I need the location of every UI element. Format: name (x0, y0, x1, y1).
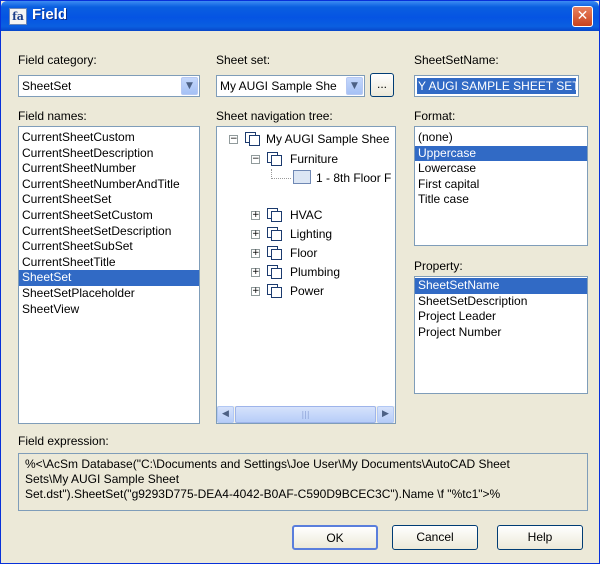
horizontal-scrollbar[interactable]: ◀ ||| ▶ (217, 406, 395, 423)
field-name-item[interactable]: SheetSet (19, 270, 199, 286)
tree-node-furniture[interactable]: Furniture (290, 150, 338, 168)
tree-node-floor[interactable]: Floor (290, 244, 317, 262)
field-name-item[interactable]: CurrentSheetSubSet (19, 239, 199, 255)
sheet-navigation-tree[interactable]: − My AUGI Sample Shee − Furniture 1 - 8t… (216, 126, 396, 424)
field-name-item[interactable]: CurrentSheetSetCustom (19, 208, 199, 224)
field-name-item[interactable]: CurrentSheetNumber (19, 161, 199, 177)
field-name-item[interactable]: CurrentSheetNumberAndTitle (19, 177, 199, 193)
property-item[interactable]: Project Leader (415, 309, 587, 325)
field-names-list[interactable]: CurrentSheetCustom CurrentSheetDescriptio… (18, 126, 200, 424)
sheet-set-label: Sheet set: (216, 53, 271, 67)
sheet-set-name-field[interactable]: Y AUGI SAMPLE SHEET SET (414, 75, 579, 97)
help-button[interactable]: Help (497, 525, 583, 550)
format-item[interactable]: Uppercase (415, 145, 587, 162)
subset-icon (267, 227, 285, 243)
field-category-label: Field category: (18, 53, 97, 67)
cancel-button[interactable]: Cancel (392, 525, 478, 550)
format-item[interactable]: Lowercase (415, 161, 587, 177)
subset-icon (267, 284, 285, 300)
sheet-icon (293, 170, 311, 184)
field-names-label: Field names: (18, 109, 87, 123)
format-item[interactable]: First capital (415, 177, 587, 193)
subset-icon (267, 265, 285, 281)
expand-icon[interactable]: + (251, 211, 260, 220)
ok-button[interactable]: OK (292, 525, 378, 550)
tree-node-lighting[interactable]: Lighting (290, 225, 332, 243)
scroll-left-icon[interactable]: ◀ (217, 406, 234, 423)
collapse-icon[interactable]: − (229, 135, 238, 144)
subset-icon (267, 152, 285, 168)
format-label: Format: (414, 109, 456, 123)
tree-node-plumbing[interactable]: Plumbing (290, 263, 340, 281)
field-category-select[interactable]: SheetSet ▼ (18, 75, 200, 97)
tree-root[interactable]: My AUGI Sample Shee (266, 130, 389, 148)
field-expression-text: %<\AcSm Database("C:\Documents and Setti… (18, 453, 588, 511)
expand-icon[interactable]: + (251, 268, 260, 277)
sheet-set-name-label: SheetSetName: (414, 53, 499, 67)
field-name-item[interactable]: CurrentSheetCustom (19, 130, 199, 146)
tree-node-power[interactable]: Power (290, 282, 324, 300)
property-item[interactable]: SheetSetName (415, 278, 587, 294)
subset-icon (267, 246, 285, 262)
sheet-set-select[interactable]: My AUGI Sample She ▼ (216, 75, 365, 97)
field-expression-line: Set.dst").SheetSet("g9293D775-DEA4-4042-… (25, 487, 501, 501)
collapse-icon[interactable]: − (251, 155, 260, 164)
format-item[interactable]: (none) (415, 130, 587, 146)
expand-icon[interactable]: + (251, 287, 260, 296)
sheet-set-name-value: Y AUGI SAMPLE SHEET SET (417, 78, 576, 94)
property-list[interactable]: SheetSetName SheetSetDescription Project L… (414, 276, 588, 394)
title-bar[interactable]: fa Field ✕ (1, 1, 599, 31)
field-expression-line: %<\AcSm Database("C:\Documents and Setti… (25, 457, 510, 471)
close-icon[interactable]: ✕ (572, 6, 593, 27)
field-dialog: fa Field ✕ Field category: SheetSet ▼ Fi… (0, 0, 600, 564)
tree-node-sheet[interactable]: 1 - 8th Floor F (316, 169, 391, 187)
field-name-item[interactable]: CurrentSheetSet (19, 192, 199, 208)
chevron-down-icon[interactable]: ▼ (181, 77, 198, 95)
sheet-set-value: My AUGI Sample She (220, 79, 337, 93)
sheet-set-browse-button[interactable]: ... (370, 73, 394, 97)
property-item[interactable]: SheetSetDescription (415, 294, 587, 310)
field-name-item[interactable]: CurrentSheetDescription (19, 146, 199, 162)
field-name-item[interactable]: SheetView (19, 302, 199, 318)
field-name-item[interactable]: CurrentSheetTitle (19, 255, 199, 271)
window-title: Field (32, 6, 68, 23)
expand-icon[interactable]: + (251, 249, 260, 258)
scroll-thumb[interactable]: ||| (235, 406, 376, 423)
tree-node-hvac[interactable]: HVAC (290, 206, 322, 224)
tree-connector (271, 178, 291, 179)
sheet-nav-tree-label: Sheet navigation tree: (216, 109, 333, 123)
field-expression-label: Field expression: (18, 434, 109, 448)
chevron-down-icon[interactable]: ▼ (346, 77, 363, 95)
field-app-icon: fa (9, 8, 27, 25)
field-name-item[interactable]: CurrentSheetSetDescription (19, 224, 199, 240)
field-category-value: SheetSet (22, 79, 72, 93)
field-expression-line: Sets\My AUGI Sample Sheet (25, 472, 180, 486)
format-item[interactable]: Title case (415, 192, 587, 208)
sheet-set-icon (245, 132, 263, 148)
property-item[interactable]: Project Number (415, 325, 587, 341)
field-name-item[interactable]: SheetSetPlaceholder (19, 286, 199, 302)
scroll-right-icon[interactable]: ▶ (377, 406, 394, 423)
expand-icon[interactable]: + (251, 230, 260, 239)
format-list[interactable]: (none) Uppercase Lowercase First capital Tit… (414, 126, 588, 246)
property-label: Property: (414, 259, 463, 273)
subset-icon (267, 208, 285, 224)
